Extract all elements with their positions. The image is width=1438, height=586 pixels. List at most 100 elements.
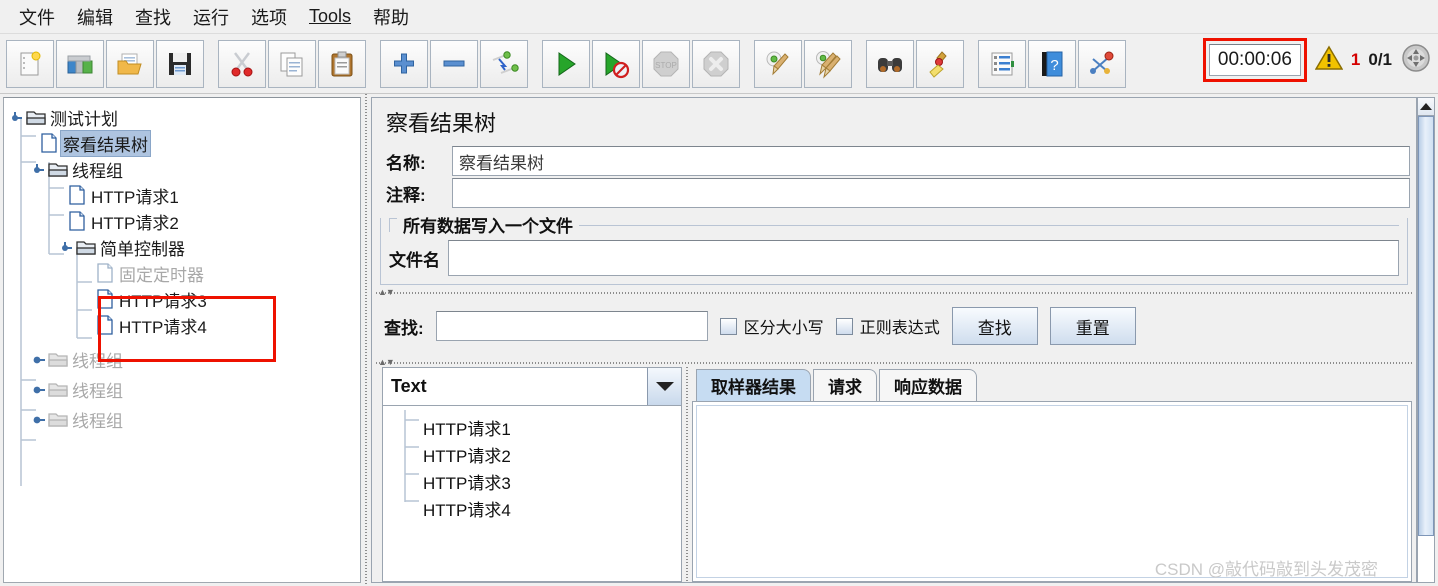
open-button[interactable] xyxy=(106,39,154,88)
split-divider-results[interactable] xyxy=(682,367,692,582)
jmeter-window: 文件 编辑 查找 运行 选项 Tools 帮助 STOP ? 00:00:06 … xyxy=(0,0,1438,586)
toolbar: STOP ? 00:00:06 1 0/1 xyxy=(0,34,1438,94)
editor-panel: 察看结果树 名称: 察看结果树 注释: 所有数据写入一个文件 文件名 ▲▼ 查找… xyxy=(371,97,1417,583)
split-divider-horizontal-top[interactable]: ▲▼ xyxy=(376,287,1412,297)
name-field[interactable]: 察看结果树 xyxy=(452,146,1410,176)
tree-node-thread-group-1[interactable]: 线程组 xyxy=(4,156,360,182)
reset-search-button[interactable] xyxy=(916,39,964,88)
reset-button[interactable]: 重置 xyxy=(1049,307,1136,345)
results-connector-lines xyxy=(404,410,419,502)
svg-text:?: ? xyxy=(1050,57,1058,74)
svg-text:STOP: STOP xyxy=(655,61,677,70)
name-label: 名称: xyxy=(386,153,426,173)
tab-content-inner[interactable] xyxy=(696,405,1408,578)
expand-handle-icon[interactable] xyxy=(10,110,25,125)
comment-label: 注释: xyxy=(386,185,426,205)
checkbox-box[interactable] xyxy=(719,317,737,335)
help-button[interactable]: ? xyxy=(1028,39,1076,88)
warning-triangle-icon[interactable] xyxy=(1314,45,1344,76)
branch-line xyxy=(393,441,423,468)
regex-checkbox[interactable]: 正则表达式 xyxy=(835,314,940,338)
expand-handle-icon[interactable] xyxy=(60,240,75,255)
expand-handle-icon[interactable] xyxy=(32,162,47,177)
elapsed-timer-highlight: 00:00:06 xyxy=(1202,38,1307,82)
search-input[interactable] xyxy=(435,311,708,341)
tree-node-http-request-2[interactable]: HTTP请求2 xyxy=(4,208,360,234)
tab-response-data[interactable]: 响应数据 xyxy=(879,369,977,401)
tree-node-simple-controller[interactable]: 简单控制器 xyxy=(4,234,360,260)
save-button[interactable] xyxy=(156,39,204,88)
collapse-handle-icon[interactable] xyxy=(32,412,47,427)
tree-node-thread-group-2[interactable]: 线程组 xyxy=(4,346,360,372)
menu-help[interactable]: 帮助 xyxy=(362,2,420,32)
clear-all-button[interactable] xyxy=(804,39,852,88)
menu-file[interactable]: 文件 xyxy=(8,2,66,32)
tree-node-http-request-1[interactable]: HTTP请求1 xyxy=(4,182,360,208)
scrollbar-track[interactable] xyxy=(1418,116,1434,582)
shutdown-button xyxy=(692,39,740,88)
tree-node-thread-group-3[interactable]: 线程组 xyxy=(4,376,360,402)
paste-button[interactable] xyxy=(318,39,366,88)
split-divider-vertical[interactable] xyxy=(361,94,371,586)
groupbox-corner xyxy=(389,218,397,232)
tree-node-http-request-3[interactable]: HTTP请求3 xyxy=(4,286,360,312)
results-list[interactable]: HTTP请求1 HTTP请求2 HTTP请求3 HTTP请求4 xyxy=(383,406,681,581)
new-button[interactable] xyxy=(6,39,54,88)
tree-node-test-plan[interactable]: 测试计划 xyxy=(4,104,360,130)
collapse-handle-icon[interactable] xyxy=(32,352,47,367)
folder-icon xyxy=(47,381,69,398)
results-tree-panel[interactable]: Text HTTP请求1 HTTP请求2 HTTP请求3 HTTP请求4 xyxy=(382,367,682,582)
branch-line xyxy=(393,468,423,495)
active-threads-count: 0/1 xyxy=(1368,50,1392,69)
expand-all-button[interactable] xyxy=(380,39,428,88)
split-divider-horizontal-bottom[interactable]: ▲▼ xyxy=(376,357,1412,367)
filename-field[interactable] xyxy=(448,240,1399,276)
tab-sampler-result[interactable]: 取样器结果 xyxy=(696,369,811,401)
menu-run[interactable]: 运行 xyxy=(182,2,240,32)
warning-count: 1 xyxy=(1350,50,1361,69)
main-split: 测试计划 察看结果树 线程组 HTTP请求1 HTTP请求2 简单控制器 固定定… xyxy=(0,94,1438,586)
clear-button[interactable] xyxy=(754,39,802,88)
menu-tools[interactable]: Tools xyxy=(298,4,362,29)
tree-node-label: HTTP请求3 xyxy=(119,291,207,311)
search-button[interactable] xyxy=(866,39,914,88)
tree-node-view-results-tree[interactable]: 察看结果树 xyxy=(4,129,360,157)
tree-node-label: 线程组 xyxy=(72,381,123,401)
collapse-all-button[interactable] xyxy=(430,39,478,88)
menu-tools-label: Tools xyxy=(309,6,352,26)
start-button[interactable] xyxy=(542,39,590,88)
search-label: 查找: xyxy=(384,318,424,338)
tree-node-http-request-4[interactable]: HTTP请求4 xyxy=(4,312,360,338)
tree-node-thread-group-4[interactable]: 线程组 xyxy=(4,406,360,432)
chevron-down-icon[interactable] xyxy=(647,368,681,405)
cut-button[interactable] xyxy=(218,39,266,88)
tree-node-constant-timer[interactable]: 固定定时器 xyxy=(4,260,360,286)
find-button[interactable]: 查找 xyxy=(951,307,1038,345)
scroll-up-icon[interactable] xyxy=(1418,98,1434,116)
results-area: Text HTTP请求1 HTTP请求2 HTTP请求3 HTTP请求4 取样器… xyxy=(372,367,1416,582)
tree-node-label: 简单控制器 xyxy=(100,239,185,259)
comment-field[interactable] xyxy=(452,178,1410,208)
start-no-pauses-button[interactable] xyxy=(592,39,640,88)
menu-edit[interactable]: 编辑 xyxy=(66,2,124,32)
remote-sphere-icon[interactable] xyxy=(1400,42,1432,79)
scrollbar-thumb[interactable] xyxy=(1418,116,1434,536)
function-helper-button[interactable] xyxy=(978,39,1026,88)
renderer-selected-value: Text xyxy=(383,368,647,405)
tab-request[interactable]: 请求 xyxy=(813,369,877,401)
comment-row: 注释: xyxy=(378,178,1410,208)
tree-node-label: HTTP请求4 xyxy=(119,317,207,337)
templates-button[interactable] xyxy=(56,39,104,88)
renderer-combo[interactable]: Text xyxy=(383,368,681,406)
file-icon xyxy=(66,211,88,231)
copy-button[interactable] xyxy=(268,39,316,88)
menu-search[interactable]: 查找 xyxy=(124,2,182,32)
undo-redo-button[interactable] xyxy=(1078,39,1126,88)
editor-vertical-scrollbar[interactable] xyxy=(1417,97,1435,583)
case-sensitive-checkbox[interactable]: 区分大小写 xyxy=(719,314,824,338)
collapse-handle-icon[interactable] xyxy=(32,382,47,397)
test-plan-tree[interactable]: 测试计划 察看结果树 线程组 HTTP请求1 HTTP请求2 简单控制器 固定定… xyxy=(3,97,361,583)
menu-options[interactable]: 选项 xyxy=(240,2,298,32)
toggle-button[interactable] xyxy=(480,39,528,88)
checkbox-box[interactable] xyxy=(835,317,853,335)
